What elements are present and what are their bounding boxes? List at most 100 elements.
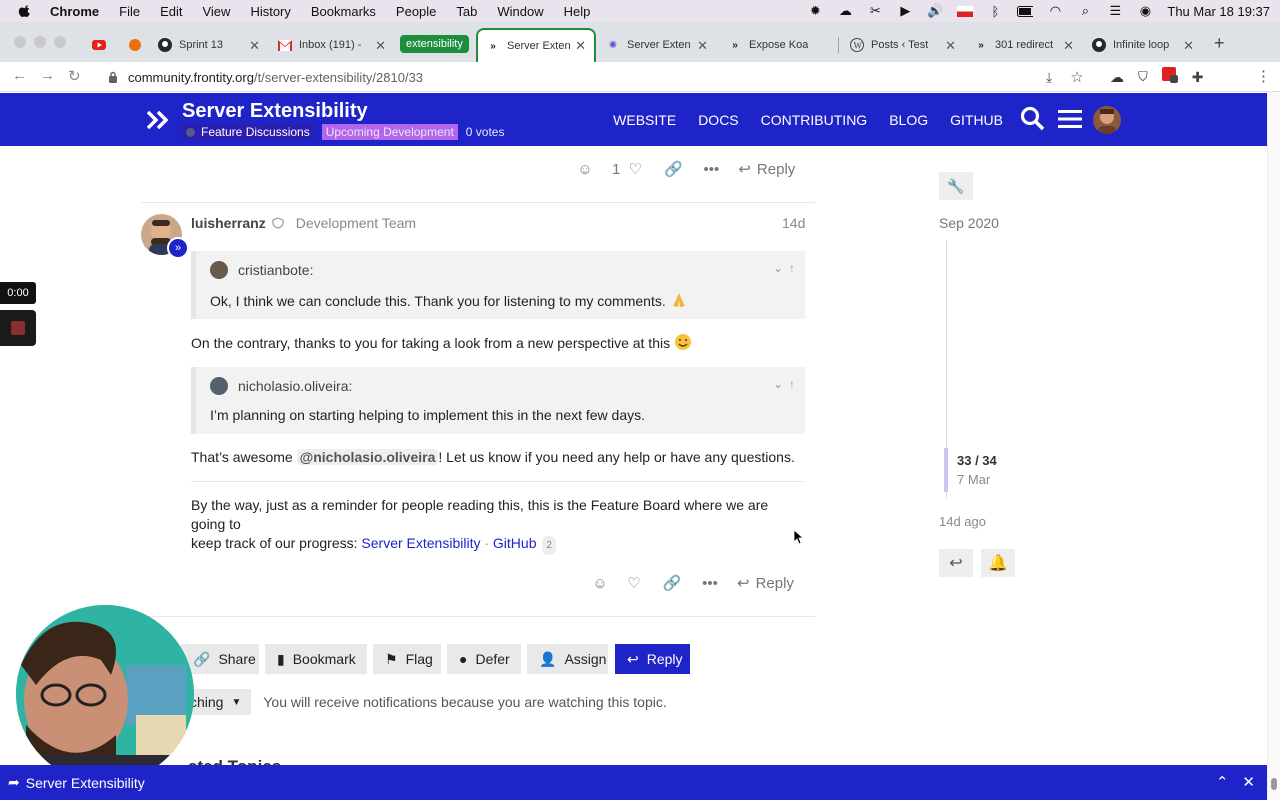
control-center-icon[interactable]: ☰ [1107, 3, 1123, 18]
menu-bookmarks[interactable]: Bookmarks [311, 4, 376, 19]
brightness-icon[interactable]: ✹ [807, 3, 823, 18]
tab-inbox[interactable]: Inbox (191) - ✕ [270, 30, 394, 60]
back-arrow-icon[interactable]: ← [12, 67, 27, 84]
menu-people[interactable]: People [396, 4, 436, 19]
frontity-logo-icon[interactable] [146, 109, 170, 131]
nav-blog[interactable]: BLOG [889, 112, 928, 128]
bluetooth-icon[interactable]: ᛒ [987, 4, 1003, 19]
weather-icon[interactable]: ☁ [837, 3, 853, 18]
close-window-button[interactable] [14, 36, 26, 48]
menu-view[interactable]: View [202, 4, 230, 19]
defer-button[interactable]: ● Defer [447, 644, 521, 674]
reaction-smile-icon[interactable]: ☺ [576, 161, 594, 178]
post-date[interactable]: 14d [782, 215, 805, 231]
menu-edit[interactable]: Edit [160, 4, 182, 19]
arrow-up-icon[interactable]: ↑ [789, 261, 795, 275]
tab-close-icon[interactable]: ✕ [1063, 38, 1074, 54]
post-username[interactable]: luisherranz [191, 215, 266, 231]
tab-server-extensibility-active[interactable]: » Server Exten ✕ [476, 28, 596, 62]
tab-close-icon[interactable]: ✕ [945, 38, 956, 54]
chrome-menu-icon[interactable]: ⋮ [1256, 67, 1271, 85]
quote-author[interactable]: cristianbote: [238, 262, 313, 278]
close-icon[interactable]: ✕ [1242, 773, 1255, 791]
topic-title[interactable]: Server Extensibility [182, 100, 368, 123]
menubar-clock[interactable]: Thu Mar 18 19:37 [1167, 4, 1270, 19]
bookmark-button[interactable]: ▮ Bookmark [265, 644, 367, 674]
forward-arrow-icon[interactable]: → [40, 67, 55, 84]
nav-contributing[interactable]: CONTRIBUTING [761, 112, 868, 128]
quote-avatar[interactable] [210, 261, 228, 279]
tab-posts[interactable]: W Posts ‹ Test ✕ [842, 30, 964, 60]
feature-board-link[interactable]: Server Extensibility [361, 535, 480, 551]
apple-icon[interactable] [18, 4, 32, 18]
menu-history[interactable]: History [250, 4, 290, 19]
menu-help[interactable]: Help [564, 4, 591, 19]
flag-icon[interactable] [957, 4, 974, 18]
tab-infinite-loop[interactable]: Infinite loop ✕ [1084, 30, 1202, 60]
user-mention[interactable]: @nicholasio.oliveira [296, 449, 439, 465]
link-icon[interactable]: 🔗 [664, 160, 683, 178]
webcam-bubble[interactable] [16, 605, 194, 783]
reload-icon[interactable]: ↻ [68, 67, 81, 85]
minimize-window-button[interactable] [34, 36, 46, 48]
address-bar[interactable]: community.frontity.org/t/server-extensib… [96, 65, 1100, 89]
install-icon[interactable]: ⤓ [1046, 69, 1052, 86]
chevron-up-icon[interactable]: ⌃ [1216, 773, 1229, 791]
battery-icon[interactable] [1017, 4, 1034, 18]
tab-301-redirect[interactable]: » 301 redirect ✕ [966, 30, 1082, 60]
more-icon[interactable]: ••• [702, 161, 720, 178]
hamburger-menu-icon[interactable] [1058, 108, 1082, 130]
menu-file[interactable]: File [119, 4, 140, 19]
nav-docs[interactable]: DOCS [698, 112, 738, 128]
zoom-window-button[interactable] [54, 36, 66, 48]
timeline-handle[interactable] [944, 448, 948, 492]
heart-icon[interactable]: ♡ [626, 160, 644, 178]
reaction-smile-icon[interactable]: ☺ [591, 575, 609, 592]
link-icon[interactable]: 🔗 [663, 574, 682, 592]
menu-app-name[interactable]: Chrome [50, 4, 99, 19]
tab-expose-koa[interactable]: » Expose Koa [720, 30, 832, 60]
spotlight-icon[interactable]: ⌕ [1077, 3, 1093, 18]
github-link[interactable]: GitHub [493, 535, 537, 551]
menu-window[interactable]: Window [497, 4, 543, 19]
new-tab-button[interactable]: + [1214, 33, 1225, 54]
quote-avatar[interactable] [210, 377, 228, 395]
reply-button[interactable]: ↩ Reply [737, 574, 794, 593]
stop-recording-button[interactable] [0, 310, 36, 346]
menu-tab[interactable]: Tab [456, 4, 477, 19]
tab-close-icon[interactable]: ✕ [375, 38, 386, 54]
tag-badge[interactable]: Upcoming Development [321, 124, 458, 140]
nav-github[interactable]: GITHUB [950, 112, 1003, 128]
category-badge[interactable]: Feature Discussions [182, 124, 314, 140]
scissors-icon[interactable]: ✂ [867, 3, 883, 18]
share-button[interactable]: 🔗 Share [181, 644, 259, 674]
flag-button[interactable]: ⚑ Flag [373, 644, 441, 674]
tab-youtube[interactable] [84, 30, 114, 60]
tab-close-icon[interactable]: ✕ [697, 38, 708, 54]
quote-author[interactable]: nicholasio.oliveira: [238, 378, 352, 394]
play-icon[interactable]: ▶ [897, 3, 913, 18]
chevron-down-icon[interactable]: ⌄ [773, 377, 783, 391]
nav-website[interactable]: WEBSITE [613, 112, 676, 128]
tab-sprint[interactable]: Sprint 13 ✕ [150, 30, 268, 60]
search-icon[interactable] [1020, 106, 1046, 132]
extension-cloud-icon[interactable]: ☁ [1110, 69, 1124, 86]
post-user-group[interactable]: Development Team [296, 215, 416, 231]
extension-red-icon[interactable] [1161, 66, 1178, 88]
reply-button[interactable]: ↩ Reply [738, 160, 795, 179]
tab-close-icon[interactable]: ✕ [575, 38, 586, 54]
arrow-up-icon[interactable]: ↑ [789, 377, 795, 391]
tab-close-icon[interactable]: ✕ [1183, 38, 1194, 54]
extension-shield-icon[interactable]: ⛉ [1138, 69, 1148, 85]
assign-button[interactable]: 👤 Assign [527, 644, 608, 674]
timeline-start-date[interactable]: Sep 2020 [939, 215, 999, 231]
page-scrollbar[interactable] [1267, 93, 1280, 800]
wifi-icon[interactable]: ◠ [1047, 3, 1063, 18]
tab-close-icon[interactable]: ✕ [249, 38, 260, 54]
tab-orange[interactable] [120, 30, 150, 60]
extensions-puzzle-icon[interactable]: ✚ [1192, 69, 1204, 86]
more-icon[interactable]: ••• [701, 575, 719, 592]
scrollbar-thumb[interactable] [1271, 778, 1277, 790]
bottom-bar-title[interactable]: ➦ Server Extensibility [8, 774, 145, 791]
bookmark-star-icon[interactable]: ☆ [1070, 68, 1083, 86]
